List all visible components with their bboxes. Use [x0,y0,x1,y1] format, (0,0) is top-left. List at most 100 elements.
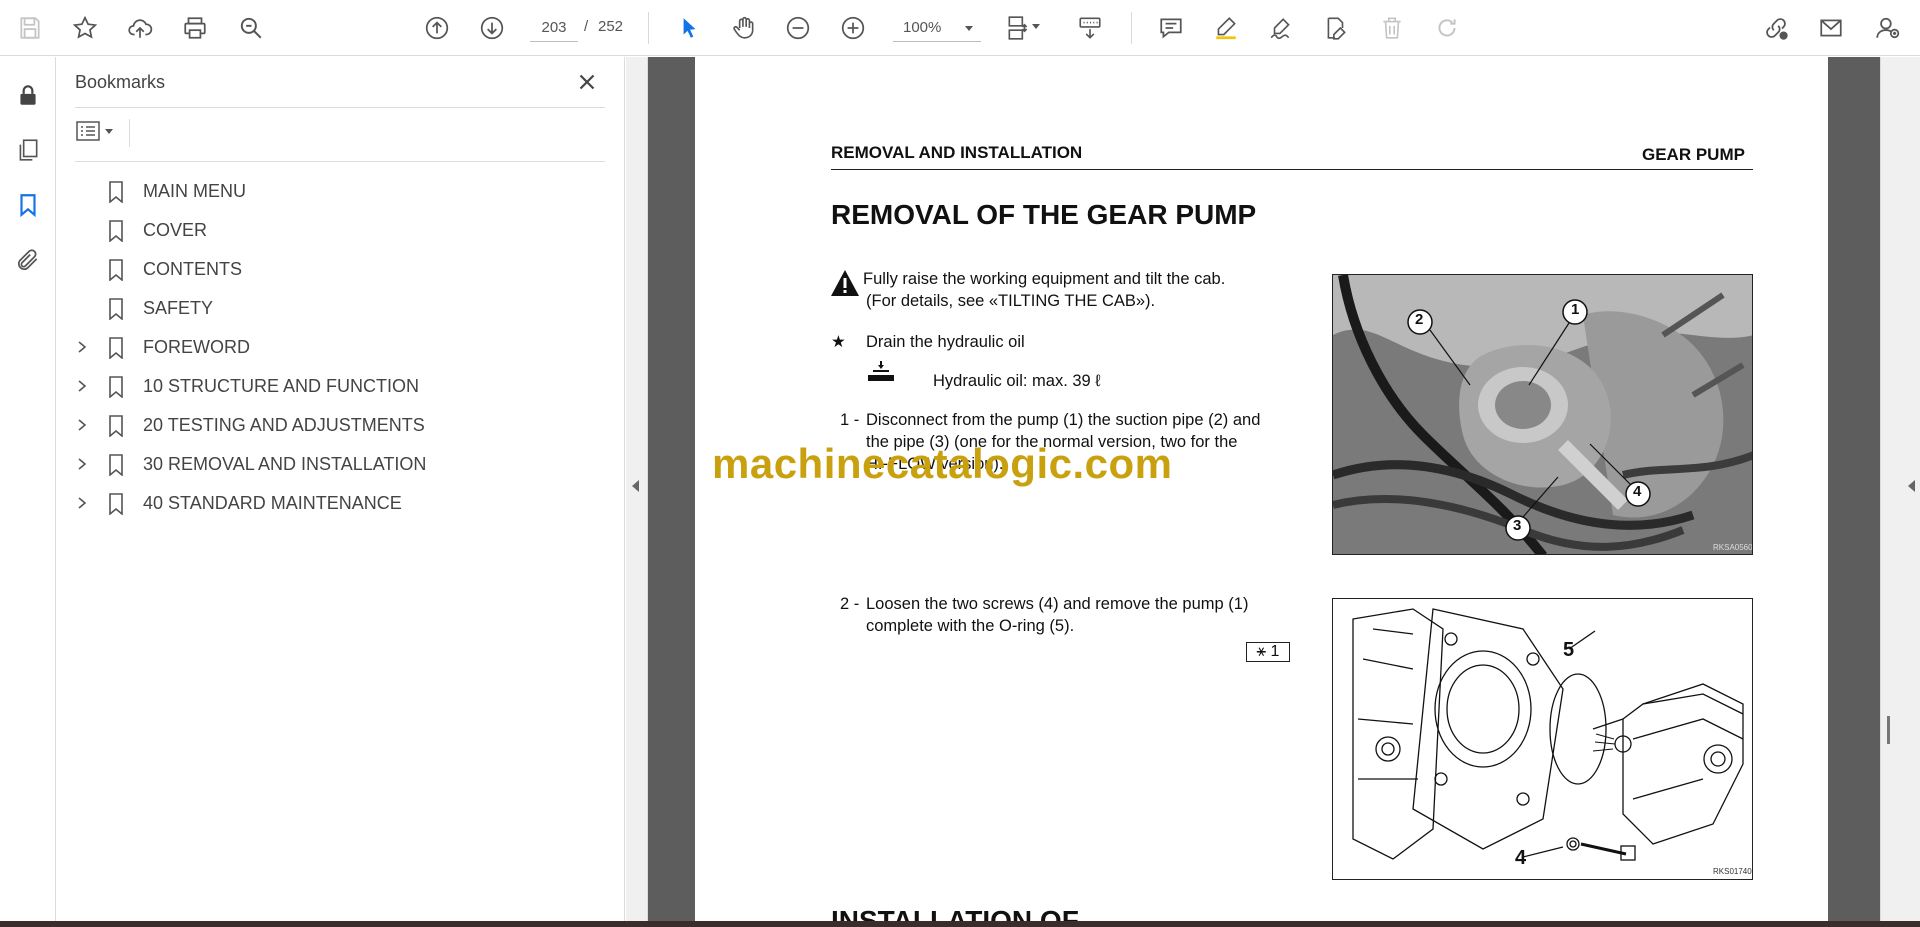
comment-icon[interactable] [1153,10,1189,46]
search-icon[interactable] [233,10,269,46]
page-header-topic: GEAR PUMP [1642,145,1745,164]
draw-signature-icon[interactable] [1263,10,1299,46]
fit-page-icon[interactable] [1000,10,1040,46]
page-thumbnails-icon[interactable] [10,132,46,168]
step-number: 2 - [840,595,860,613]
upload-cloud-icon[interactable] [122,10,158,46]
share-link-icon[interactable] [1758,10,1794,46]
bookmark-icon [108,376,124,399]
collapse-panel-handle[interactable] [626,57,648,921]
toolbar: / 252 100% [0,0,1920,56]
page-number-input[interactable] [530,14,578,42]
scroll-mode-icon[interactable] [1072,10,1108,46]
photo-callout: 4 [1633,483,1642,500]
zoom-select[interactable]: 100% [893,14,981,42]
bookmark-item[interactable]: 10 STRUCTURE AND FUNCTION [75,367,605,406]
highlight-pen-icon[interactable] [1208,10,1244,46]
right-panel-handle[interactable] [1880,57,1920,921]
chevron-right-icon[interactable] [75,418,89,432]
oil-drain-icon [865,359,897,385]
bookmark-item[interactable]: CONTENTS [75,250,605,289]
chevron-right-icon[interactable] [75,379,89,393]
section-title: REMOVAL OF THE GEAR PUMP [831,199,1257,230]
figure-code: RKS01740 [1713,867,1752,876]
bookmark-label: 40 STANDARD MAINTENANCE [143,493,402,513]
step-text: Disconnect from the pump (1) the suction… [866,411,1261,429]
chevron-right-icon[interactable] [75,496,89,510]
select-cursor-icon[interactable] [671,10,707,46]
pump-exploded-drawing: 5 4 RKS01740 [1332,598,1753,880]
photo-callout: 2 [1415,311,1424,328]
star-icon[interactable] [67,10,103,46]
edit-text-icon[interactable] [1318,10,1354,46]
drawing-callout: 5 [1563,639,1575,661]
bookmark-label: 10 STRUCTURE AND FUNCTION [143,376,420,396]
bookmark-item[interactable]: FOREWORD [75,328,605,367]
hand-tool-icon[interactable] [726,10,762,46]
chevron-right-icon[interactable] [75,457,89,471]
toolbar-divider [648,12,649,44]
taskbar-strip [0,921,1920,927]
next-section-title: INSTALLATION OF [831,905,1079,921]
divider [75,161,605,162]
previous-page-icon[interactable] [419,10,455,46]
reference-badge: ⚹ 1 [1246,642,1290,662]
email-icon[interactable] [1813,10,1849,46]
bookmark-icon [108,337,124,360]
bookmark-label: 30 REMOVAL AND INSTALLATION [143,454,427,474]
chevron-right-icon[interactable] [75,340,89,354]
step-text: complete with the O-ring (5). [866,617,1075,635]
chevron-down-icon [965,26,973,31]
bookmark-label: CONTENTS [143,259,242,279]
bookmark-icon [108,220,124,243]
pdf-page: REMOVAL AND INSTALLATION GEAR PUMP REMOV… [695,57,1828,921]
bookmark-icon[interactable] [10,187,46,223]
page-header-section: REMOVAL AND INSTALLATION [831,143,1083,162]
print-icon[interactable] [177,10,213,46]
document-background [1828,57,1880,921]
redo-icon[interactable] [1429,10,1465,46]
bookmark-item[interactable]: MAIN MENU [75,172,605,211]
bookmark-icon [108,259,124,282]
figure-code: RKSA0560 [1713,543,1753,552]
delete-icon[interactable] [1374,10,1410,46]
page-separator: / [584,18,589,35]
user-account-icon[interactable] [1869,10,1905,46]
drain-instruction: Drain the hydraulic oil [866,333,1025,351]
bookmark-icon [108,181,124,204]
bookmark-item[interactable]: COVER [75,211,605,250]
bookmarks-panel: Bookmarks MAIN MENU COVER CONTENTS SAFETY FO… [57,57,625,921]
next-page-icon[interactable] [474,10,510,46]
header-rule [831,169,1753,170]
bookmark-item[interactable]: 40 STANDARD MAINTENANCE [75,484,605,523]
step-text: Loosen the two screws (4) and remove the… [866,595,1249,613]
panel-title: Bookmarks [75,72,166,92]
bookmark-options-button[interactable] [75,117,123,147]
bookmark-icon [108,454,124,477]
zoom-out-icon[interactable] [780,10,816,46]
photo-callout: 3 [1513,517,1522,534]
scrollbar-thumb[interactable] [1887,716,1890,744]
watermark: machinecatalogic.com [712,440,1173,487]
bookmark-list: MAIN MENU COVER CONTENTS SAFETY FOREWORD 10 S… [75,172,605,523]
bookmark-item[interactable]: 30 REMOVAL AND INSTALLATION [75,445,605,484]
divider [129,119,130,147]
bookmark-item[interactable]: 20 TESTING AND ADJUSTMENTS [75,406,605,445]
chevron-left-icon [632,480,639,492]
bookmark-label: SAFETY [143,298,214,318]
save-icon[interactable] [12,10,48,46]
close-icon[interactable] [574,69,600,95]
drawing-callout: 4 [1515,847,1527,869]
attachment-icon[interactable] [10,242,46,278]
bookmark-icon [108,298,124,321]
zoom-value: 100% [903,19,942,36]
oil-capacity: Hydraulic oil: max. 39 ℓ [933,372,1101,390]
lock-icon[interactable] [10,77,46,113]
warning-icon [830,268,860,298]
zoom-in-icon[interactable] [835,10,871,46]
warning-text: Fully raise the working equipment and ti… [863,270,1226,288]
total-pages: 252 [598,18,624,35]
bookmark-item[interactable]: SAFETY [75,289,605,328]
star-bullet: ★ [831,333,846,351]
bookmark-icon [108,493,124,516]
